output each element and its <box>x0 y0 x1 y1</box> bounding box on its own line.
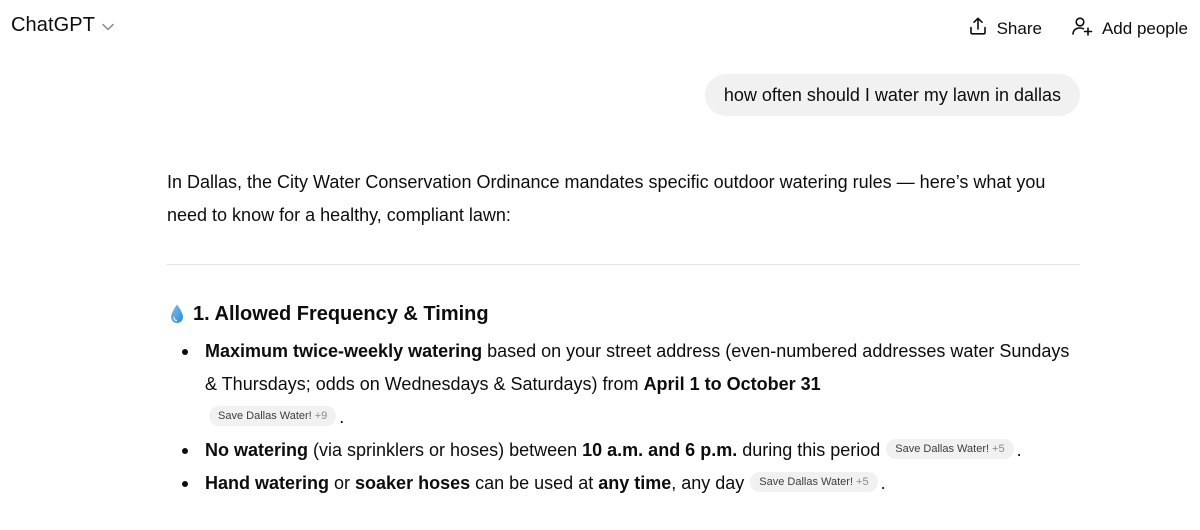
body-text: or <box>329 473 356 493</box>
citation-pill[interactable]: Save Dallas Water! +5 <box>750 472 878 493</box>
period: . <box>339 407 345 427</box>
droplet-icon <box>169 303 185 325</box>
section-title: 1. Allowed Frequency & Timing <box>193 302 489 325</box>
citation-count: +5 <box>992 443 1005 456</box>
bold-text: No watering <box>205 440 309 460</box>
add-people-button[interactable]: Add people <box>1071 16 1188 41</box>
list-item: No watering (via sprinklers or hoses) be… <box>180 434 1081 467</box>
bold-text: Hand watering <box>205 473 330 493</box>
citation-pill[interactable]: Save Dallas Water! +5 <box>886 439 1014 460</box>
bold-text: Maximum twice-weekly watering <box>205 341 483 361</box>
bold-text: April 1 to October 31 <box>643 374 821 394</box>
share-icon <box>968 16 988 41</box>
bold-text: any time <box>598 473 672 493</box>
bold-text: 10 a.m. and 6 p.m. <box>582 440 738 460</box>
period: . <box>880 473 886 493</box>
share-button[interactable]: Share <box>968 16 1042 41</box>
bold-text: soaker hoses <box>355 473 471 493</box>
bullet-list: Maximum twice-weekly watering based on y… <box>167 335 1081 500</box>
citation-source: Save Dallas Water! <box>759 476 854 489</box>
citation-pill[interactable]: Save Dallas Water! +9 <box>209 406 337 427</box>
answer-intro: In Dallas, the City Water Conservation O… <box>167 172 1046 225</box>
share-label: Share <box>996 18 1042 38</box>
add-person-icon <box>1071 16 1093 41</box>
section-heading: 1. Allowed Frequency & Timing <box>167 298 1081 330</box>
period: . <box>1016 440 1022 460</box>
body-text: , any day <box>671 473 745 493</box>
citation-source: Save Dallas Water! <box>895 443 990 456</box>
citation-count: +5 <box>856 476 869 489</box>
header-actions: Share Add people <box>968 16 1188 41</box>
body-text: (via sprinklers or hoses) between <box>308 440 583 460</box>
top-bar: ChatGPT Share Add people <box>0 0 1200 58</box>
user-message: how often should I water my lawn in dall… <box>704 74 1080 116</box>
assistant-message: In Dallas, the City Water Conservation O… <box>167 166 1081 500</box>
divider <box>167 264 1080 265</box>
citation-source: Save Dallas Water! <box>218 410 312 423</box>
list-item: Hand watering or soaker hoses can be use… <box>180 467 1081 500</box>
body-text: during this period <box>737 440 881 460</box>
list-item: Maximum twice-weekly watering based on y… <box>180 335 1081 434</box>
model-switcher[interactable]: ChatGPT <box>11 14 114 37</box>
citation-count: +9 <box>314 410 328 423</box>
body-text: can be used at <box>470 473 599 493</box>
chevron-down-icon <box>102 23 114 31</box>
model-name: ChatGPT <box>11 14 96 36</box>
add-people-label: Add people <box>1101 18 1188 38</box>
